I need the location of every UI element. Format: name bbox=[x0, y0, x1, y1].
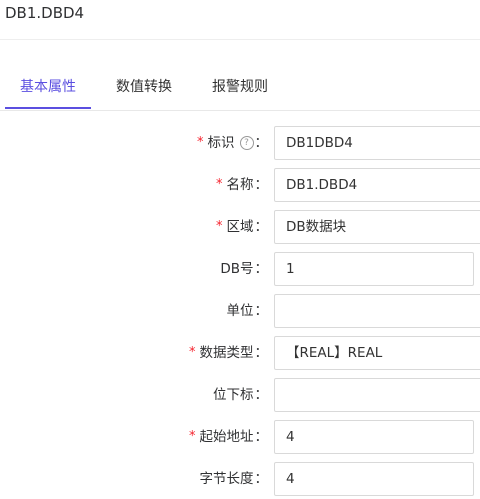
db-number-label-text: DB号 bbox=[220, 261, 254, 277]
required-mark: * bbox=[197, 135, 204, 150]
label-colon: ： bbox=[254, 345, 269, 361]
form-row-unit: 单位 ： bbox=[0, 294, 480, 328]
tab-bar: 基本属性 数值转换 报警规则 bbox=[0, 70, 480, 111]
db-number-input[interactable]: 1 bbox=[274, 252, 474, 286]
identifier-label-text: 标识 bbox=[207, 135, 235, 151]
label-colon: ： bbox=[254, 177, 269, 193]
form-row-start-address: * 起始地址 ： 4 bbox=[0, 420, 480, 454]
label-colon: ： bbox=[254, 219, 269, 235]
required-mark: * bbox=[189, 345, 196, 360]
required-mark: * bbox=[216, 219, 223, 234]
label-colon: ： bbox=[254, 471, 269, 487]
required-mark: * bbox=[189, 429, 196, 444]
area-label: * 区域 ： bbox=[216, 210, 268, 244]
bit-index-label-text: 位下标 bbox=[213, 387, 254, 403]
dialog-root: DB1.DBD4 基本属性 数值转换 报警规则 * 标识 ? ： DB1DBD4… bbox=[0, 0, 480, 499]
area-select[interactable]: DB数据块 bbox=[274, 210, 480, 244]
db-number-label: DB号 ： bbox=[220, 252, 268, 286]
label-colon: ： bbox=[254, 303, 269, 319]
start-address-label-text: 起始地址 bbox=[199, 429, 254, 445]
identifier-input[interactable]: DB1DBD4 bbox=[274, 126, 480, 160]
unit-label-text: 单位 bbox=[226, 303, 254, 319]
start-address-label: * 起始地址 ： bbox=[189, 420, 268, 454]
form-row-bit-index: 位下标 ： bbox=[0, 378, 480, 412]
byte-length-input[interactable]: 4 bbox=[274, 462, 474, 496]
bit-index-input[interactable] bbox=[274, 378, 480, 412]
unit-input[interactable] bbox=[274, 294, 480, 328]
tab-alarm-rules[interactable]: 报警规则 bbox=[197, 70, 283, 110]
question-circle-icon[interactable]: ? bbox=[239, 136, 254, 150]
form-row-area: * 区域 ： DB数据块 bbox=[0, 210, 480, 244]
page-title: DB1.DBD4 bbox=[5, 4, 85, 22]
unit-label: 单位 ： bbox=[227, 294, 269, 328]
name-label-text: 名称 bbox=[226, 177, 254, 193]
label-colon: ： bbox=[254, 387, 269, 403]
byte-length-label: 字节长度 ： bbox=[200, 462, 269, 496]
byte-length-label-text: 字节长度 bbox=[199, 471, 254, 487]
tab-value-conversion[interactable]: 数值转换 bbox=[101, 70, 187, 110]
data-type-label: * 数据类型 ： bbox=[189, 336, 268, 370]
start-address-input[interactable]: 4 bbox=[274, 420, 474, 454]
area-label-text: 区域 bbox=[226, 219, 254, 235]
form-row-name: * 名称 ： DB1.DBD4 bbox=[0, 168, 480, 202]
header: DB1.DBD4 bbox=[0, 0, 480, 40]
tab-basic-properties[interactable]: 基本属性 bbox=[5, 70, 91, 110]
form-row-db-number: DB号 ： 1 bbox=[0, 252, 480, 286]
label-colon: ： bbox=[254, 429, 269, 445]
bit-index-label: 位下标 ： bbox=[213, 378, 268, 412]
name-input[interactable]: DB1.DBD4 bbox=[274, 168, 480, 202]
form-row-identifier: * 标识 ? ： DB1DBD4 bbox=[0, 126, 480, 160]
data-type-select[interactable]: 【REAL】REAL bbox=[274, 336, 480, 370]
form-row-data-type: * 数据类型 ： 【REAL】REAL bbox=[0, 336, 480, 370]
name-label: * 名称 ： bbox=[216, 168, 268, 202]
identifier-label: * 标识 ? ： bbox=[197, 126, 268, 160]
label-colon: ： bbox=[254, 261, 269, 277]
form-row-byte-length: 字节长度 ： 4 bbox=[0, 462, 480, 496]
label-colon: ： bbox=[254, 135, 269, 151]
required-mark: * bbox=[216, 177, 223, 192]
data-type-label-text: 数据类型 bbox=[199, 345, 254, 361]
active-tab-indicator bbox=[5, 107, 91, 109]
